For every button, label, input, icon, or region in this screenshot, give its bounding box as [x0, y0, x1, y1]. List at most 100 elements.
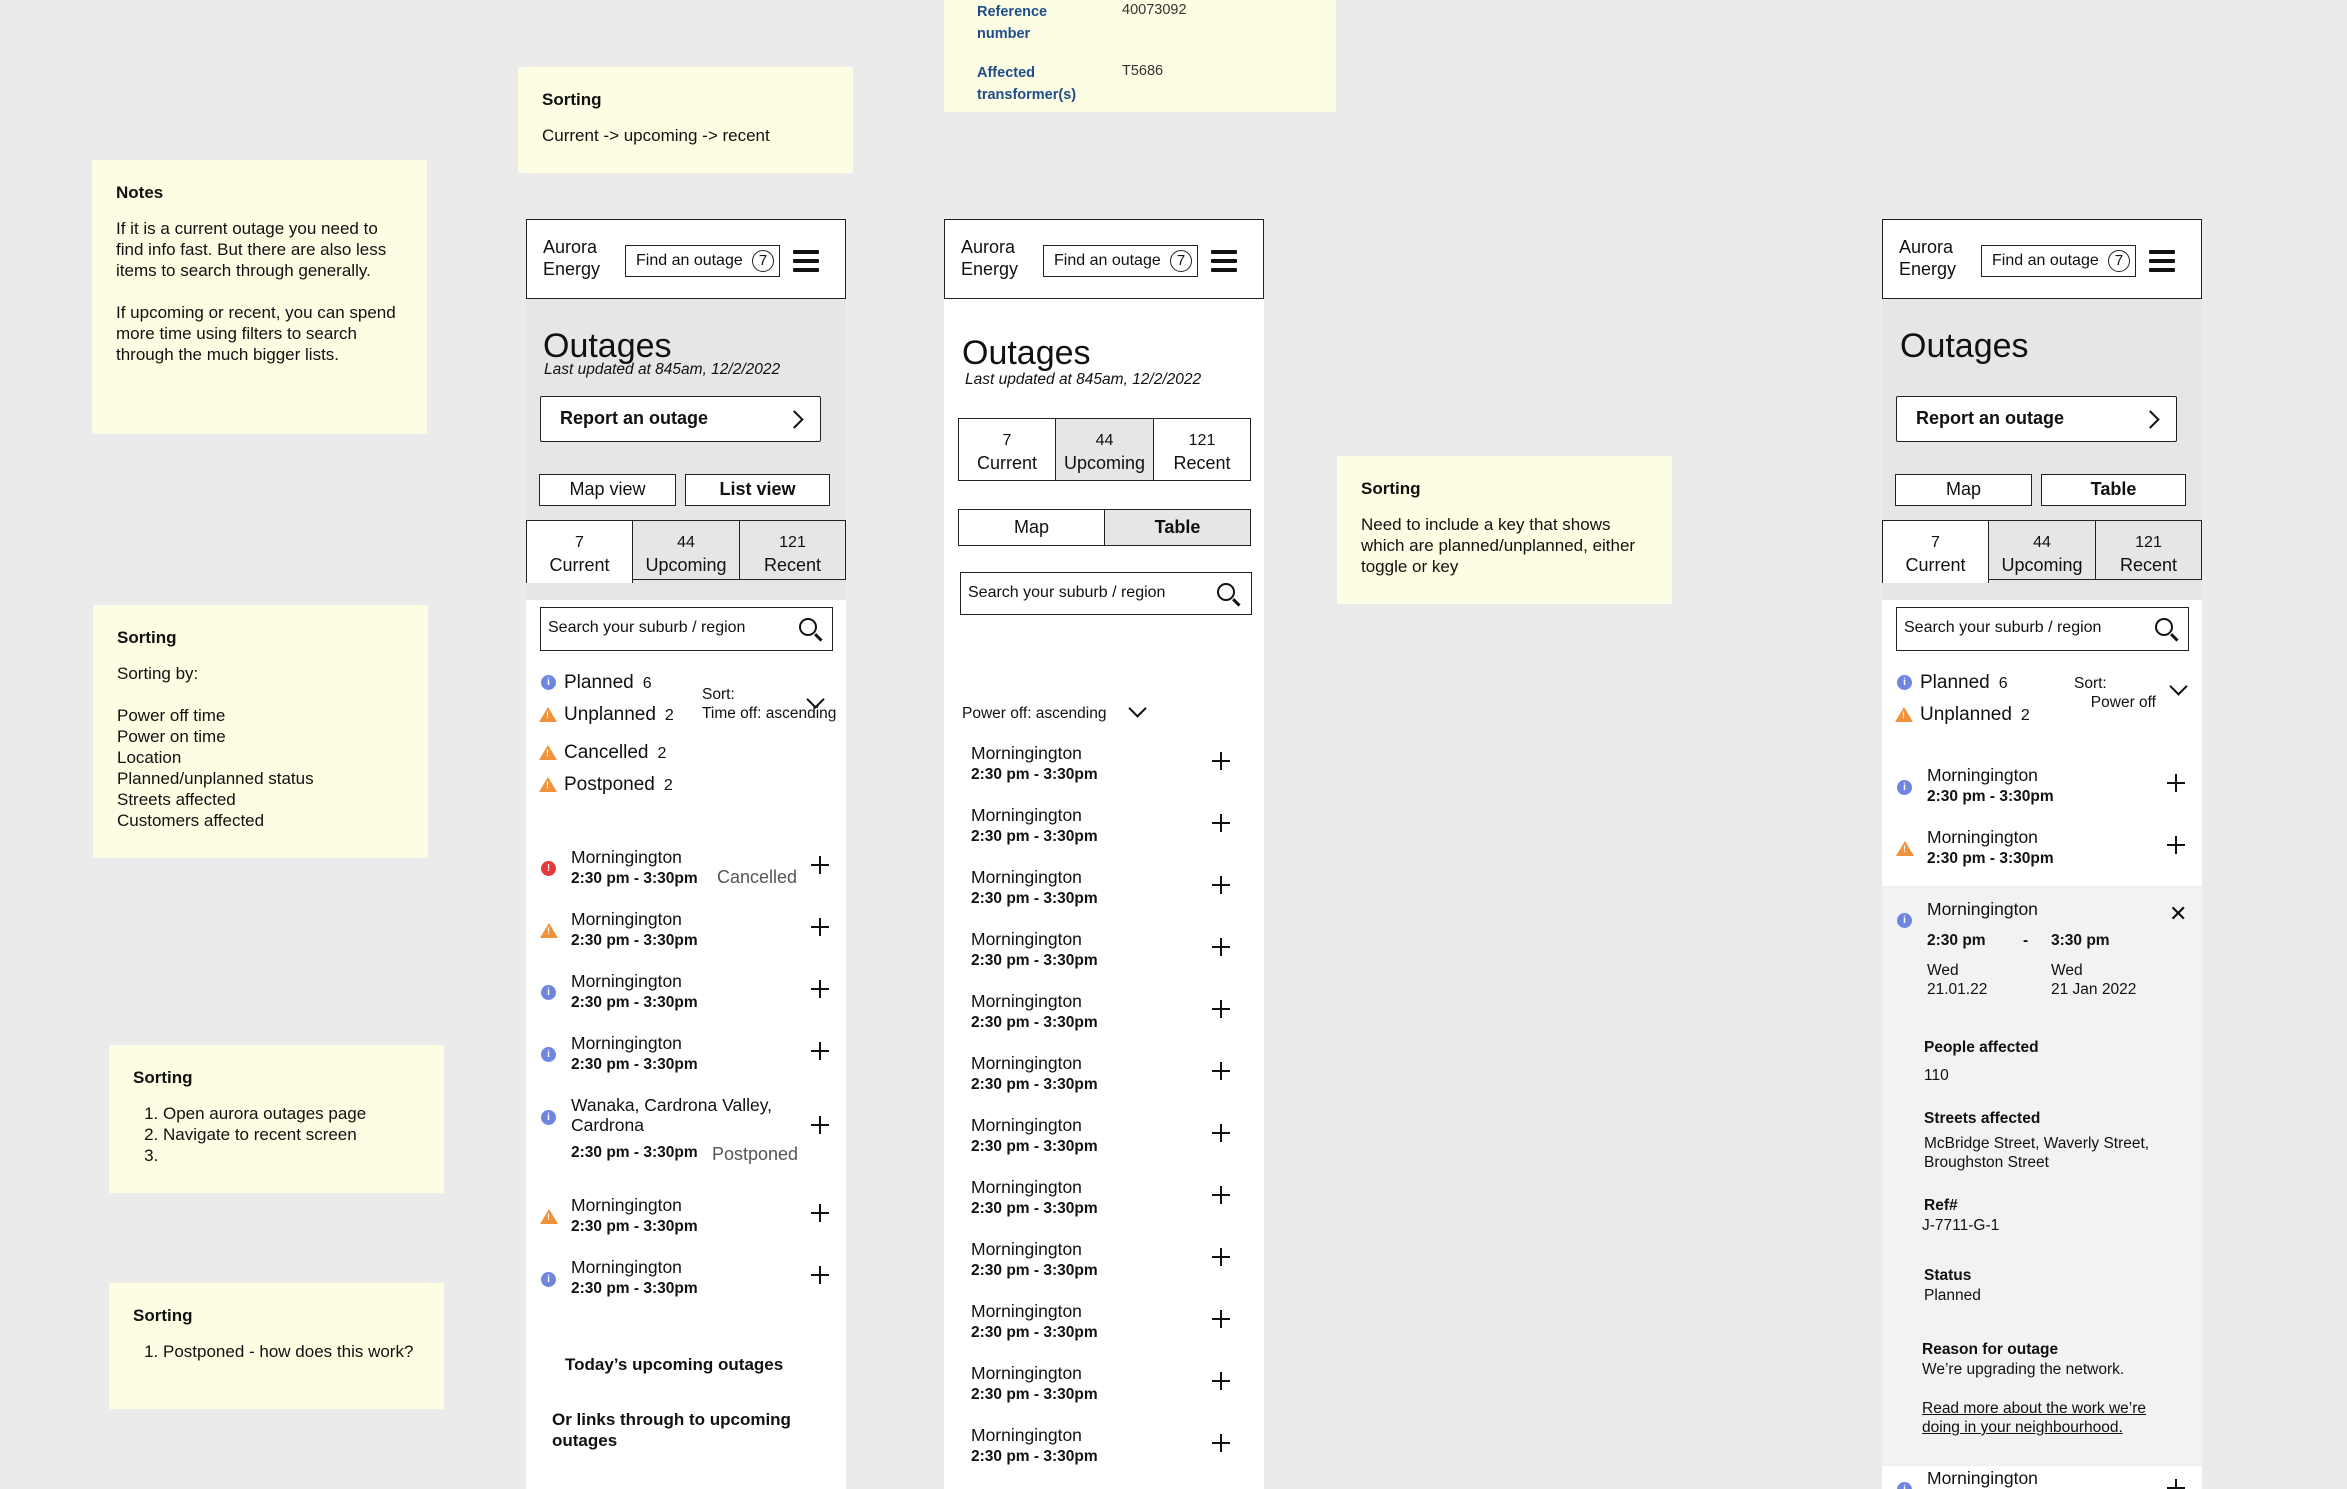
- expand-plus-icon[interactable]: [1212, 1434, 1230, 1452]
- table-row[interactable]: Morningington 2:30 pm - 3:30pm: [971, 1115, 1098, 1157]
- table-row[interactable]: Morningington 2:30 pm - 3:30pm: [971, 1425, 1098, 1467]
- table-row[interactable]: Morningington 2:30 pm - 3:30pm: [971, 991, 1098, 1033]
- map-view-toggle[interactable]: Map view: [539, 474, 676, 506]
- table-row[interactable]: Morningington 2:30 pm - 3:30pm: [971, 1363, 1098, 1405]
- search-icon[interactable]: [2155, 618, 2173, 636]
- table-row[interactable]: Morningington 2:30 pm - 3:30pm: [971, 1053, 1098, 1095]
- expand-plus-icon[interactable]: [1212, 1000, 1230, 1018]
- search-input[interactable]: Search your suburb / region: [540, 607, 833, 651]
- expand-plus-icon[interactable]: [1212, 1062, 1230, 1080]
- tab-recent[interactable]: 121 Recent: [739, 520, 846, 580]
- item-place: Morningington: [571, 847, 682, 867]
- expand-plus-icon[interactable]: [811, 918, 829, 936]
- affected-transformers-value: T5686: [1122, 63, 1164, 79]
- map-toggle[interactable]: Map: [958, 509, 1105, 546]
- list-view-toggle[interactable]: List view: [685, 474, 830, 506]
- expand-plus-icon[interactable]: [1212, 938, 1230, 956]
- expand-plus-icon[interactable]: [1212, 876, 1230, 894]
- table-toggle[interactable]: Table: [1104, 509, 1251, 546]
- expand-plus-icon[interactable]: [811, 1266, 829, 1284]
- search-icon[interactable]: [1217, 583, 1235, 601]
- expand-plus-icon[interactable]: [811, 1116, 829, 1134]
- status-value: Planned: [1924, 1287, 1981, 1304]
- find-outage-label: Find an outage: [1054, 252, 1161, 269]
- list-item[interactable]: Morningington 2:30 pm - 3:30pm: [1927, 765, 2054, 807]
- chevron-down-icon[interactable]: [2169, 677, 2188, 696]
- people-affected-label: People affected: [1924, 1039, 2039, 1056]
- table-row[interactable]: Morningington 2:30 pm - 3:30pm: [971, 867, 1098, 909]
- upcoming-outages-link[interactable]: Or links through to upcoming outages: [552, 1409, 812, 1451]
- list-item[interactable]: Morningington 2:30 pm - 3:30pm: [571, 971, 698, 1013]
- list-item[interactable]: Morningington 2:30 pm - 3:30pm: [571, 1195, 698, 1237]
- find-outage-button[interactable]: Find an outage 7: [625, 245, 780, 277]
- expand-plus-icon[interactable]: [2167, 1479, 2185, 1489]
- table-row[interactable]: Morningington 2:30 pm - 3:30pm: [971, 1301, 1098, 1343]
- table-row[interactable]: Morningington 2:30 pm - 3:30pm: [971, 743, 1098, 785]
- note-title: Sorting: [117, 628, 177, 647]
- report-outage-button[interactable]: Report an outage: [1896, 396, 2177, 442]
- table-row[interactable]: Morningington 2:30 pm - 3:30pm: [971, 1239, 1098, 1281]
- sort-dropdown[interactable]: Sort: Power off: [2074, 674, 2156, 712]
- report-outage-button[interactable]: Report an outage: [540, 396, 821, 442]
- tab-upcoming[interactable]: 44 Upcoming: [632, 520, 740, 580]
- page-title: Outages: [543, 327, 672, 365]
- tab-current[interactable]: 7 Current: [526, 520, 633, 583]
- find-outage-button[interactable]: Find an outage 7: [1981, 245, 2136, 277]
- hamburger-menu-icon[interactable]: [1211, 250, 1237, 272]
- sort-dropdown[interactable]: Power off: ascending: [962, 704, 1106, 723]
- expand-plus-icon[interactable]: [811, 856, 829, 874]
- expand-plus-icon[interactable]: [1212, 1310, 1230, 1328]
- table-row[interactable]: Morningington 2:30 pm - 3:30pm: [971, 805, 1098, 847]
- item-place: Morningington: [971, 1425, 1082, 1445]
- legend-cancelled: Cancelled 2: [564, 742, 666, 764]
- expand-plus-icon[interactable]: [1212, 1372, 1230, 1390]
- table-toggle[interactable]: Table: [2041, 474, 2186, 506]
- list-item[interactable]: Morningington 2:30 pm - 3:30pm: [571, 1257, 698, 1299]
- search-input[interactable]: Search your suburb / region: [960, 572, 1252, 615]
- tab-upcoming[interactable]: 44 Upcoming: [1055, 418, 1154, 481]
- expand-plus-icon[interactable]: [2167, 836, 2185, 854]
- map-toggle[interactable]: Map: [1895, 474, 2032, 506]
- tab-current[interactable]: 7 Current: [958, 418, 1056, 481]
- expand-plus-icon[interactable]: [811, 980, 829, 998]
- expand-plus-icon[interactable]: [1212, 1124, 1230, 1142]
- tab-current[interactable]: 7 Current: [1882, 520, 1989, 583]
- hamburger-menu-icon[interactable]: [793, 250, 819, 272]
- expand-plus-icon[interactable]: [2167, 774, 2185, 792]
- read-more-link[interactable]: Read more about the work we’re doing in …: [1922, 1399, 2172, 1437]
- search-icon[interactable]: [799, 618, 817, 636]
- table-row[interactable]: Morningington 2:30 pm - 3:30pm: [971, 1177, 1098, 1219]
- expand-plus-icon[interactable]: [1212, 1248, 1230, 1266]
- expand-plus-icon[interactable]: [1212, 752, 1230, 770]
- list-item[interactable]: Morningington 2:30 pm - 3:30pm: [571, 847, 698, 889]
- close-icon[interactable]: ✕: [2169, 903, 2187, 925]
- expand-plus-icon[interactable]: [811, 1042, 829, 1060]
- cancelled-icon: [539, 745, 557, 760]
- detail-place: Morningington: [1927, 899, 2038, 919]
- tab-upcoming[interactable]: 44 Upcoming: [1988, 520, 2096, 580]
- hamburger-menu-icon[interactable]: [2149, 250, 2175, 272]
- sort-dropdown[interactable]: Sort: Time off: ascending: [702, 685, 846, 723]
- todays-upcoming-link[interactable]: Today’s upcoming outages: [565, 1355, 783, 1375]
- find-outage-label: Find an outage: [636, 252, 743, 269]
- search-input[interactable]: Search your suburb / region: [1896, 607, 2189, 651]
- time-dash: -: [2023, 932, 2029, 949]
- expand-plus-icon[interactable]: [811, 1204, 829, 1222]
- reason-label: Reason for outage: [1922, 1341, 2059, 1358]
- expand-plus-icon[interactable]: [1212, 1186, 1230, 1204]
- list-item[interactable]: Morningington 2:30 pm - 3:30pm: [1927, 827, 2054, 869]
- find-outage-button[interactable]: Find an outage 7: [1043, 245, 1198, 277]
- tab-recent[interactable]: 121 Recent: [1153, 418, 1251, 481]
- item-place: Morningington: [571, 1257, 682, 1277]
- sticky-note-steps: Sorting Open aurora outages page Navigat…: [109, 1045, 444, 1193]
- expand-plus-icon[interactable]: [1212, 814, 1230, 832]
- legend-label: Unplanned: [1920, 704, 2012, 725]
- chevron-down-icon[interactable]: [1128, 699, 1147, 718]
- list-item[interactable]: Morningington 2:30 pm - 3:30pm: [571, 909, 698, 951]
- list-item[interactable]: Morningington: [1927, 1468, 2038, 1488]
- note-title: Sorting: [133, 1068, 193, 1087]
- status-label: Status: [1924, 1267, 1972, 1284]
- tab-recent[interactable]: 121 Recent: [2095, 520, 2202, 580]
- table-row[interactable]: Morningington 2:30 pm - 3:30pm: [971, 929, 1098, 971]
- list-item[interactable]: Morningington 2:30 pm - 3:30pm: [571, 1033, 698, 1075]
